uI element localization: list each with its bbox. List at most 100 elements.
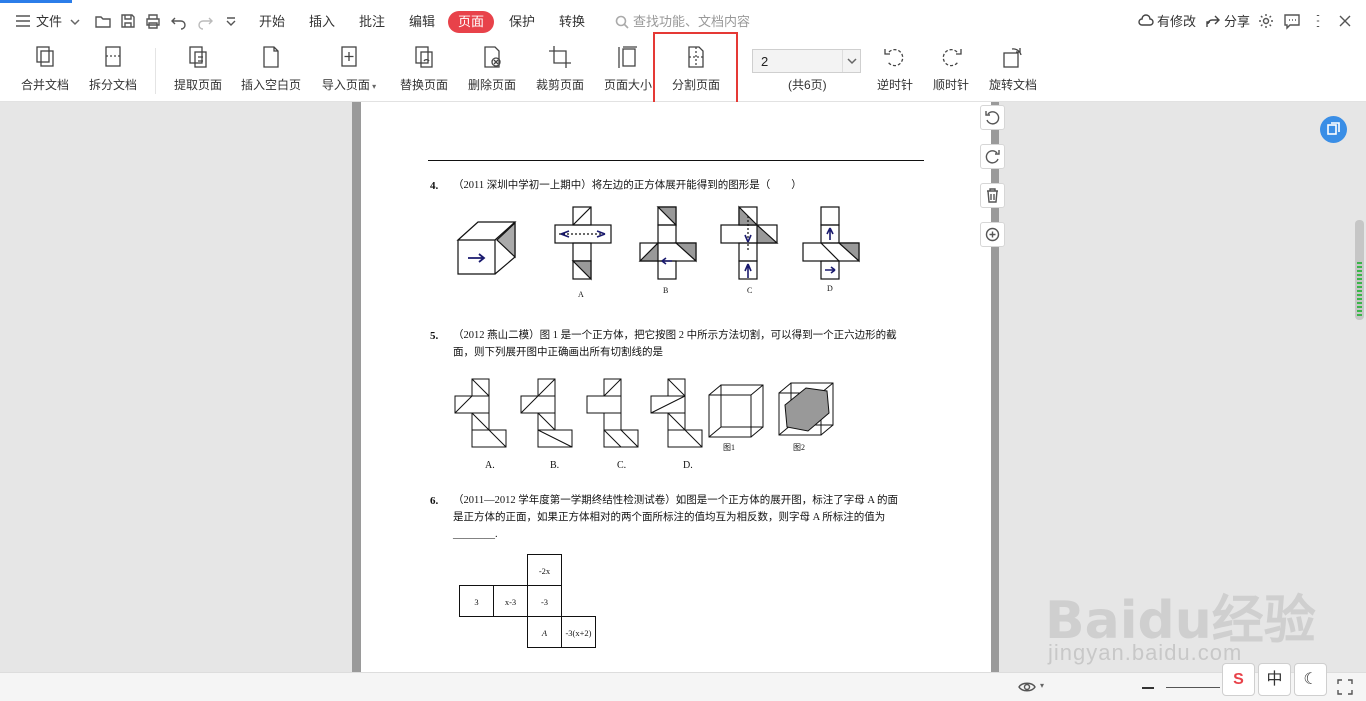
rotate-cw-button[interactable]: 顺时针 [924, 44, 978, 98]
open-folder-icon[interactable] [94, 12, 112, 30]
question-6-number: 6. [430, 495, 439, 507]
q5-option-b: B. [550, 460, 560, 471]
vertical-scrollbar[interactable] [1353, 102, 1366, 672]
q4-option-b: B [663, 286, 669, 295]
rotate-right-tool[interactable] [980, 144, 1005, 169]
net-cell: -3(x+2) [561, 616, 596, 648]
zoom-slider[interactable] [1166, 687, 1220, 688]
modified-status[interactable]: 有修改 [1138, 12, 1196, 32]
import-page-icon [336, 44, 362, 70]
share-icon [1206, 15, 1220, 27]
baidu-watermark-url: jingyan.baidu.com [1048, 640, 1243, 665]
header-rule [428, 160, 924, 161]
page-number-value: 2 [761, 54, 769, 69]
ime-chinese-button[interactable]: 中 [1258, 663, 1291, 696]
rotate-ccw-button[interactable]: 逆时针 [868, 44, 922, 98]
ime-logo-button[interactable]: S [1222, 663, 1255, 696]
chevron-down-icon[interactable]: ▾ [1040, 681, 1044, 690]
rotate-doc-button[interactable]: 旋转文档 [986, 44, 1040, 98]
search-box[interactable]: 查找功能、文档内容 [615, 11, 815, 33]
insert-blank-page-button[interactable]: 插入空白页 [238, 44, 304, 98]
rotate-ccw-label: 逆时针 [876, 78, 913, 92]
rotate-doc-label: 旋转文档 [988, 78, 1037, 92]
question-6-line3: ________. [453, 529, 498, 540]
merge-doc-button[interactable]: 合并文档 [18, 44, 72, 98]
chevron-down-icon[interactable] [842, 50, 860, 72]
split-doc-button[interactable]: 拆分文档 [86, 44, 140, 98]
net-cell: 3 [459, 585, 494, 617]
merge-doc-icon [32, 44, 58, 70]
crop-page-label: 裁剪页面 [535, 78, 584, 92]
insert-blank-page-icon [258, 44, 284, 70]
print-icon[interactable] [144, 12, 162, 30]
q5-option-c: C. [617, 460, 627, 471]
q4-option-d: D [827, 284, 833, 293]
rotate-left-tool[interactable] [980, 105, 1005, 130]
extract-page-label: 提取页面 [173, 78, 222, 92]
share-button[interactable]: 分享 [1205, 12, 1250, 32]
page-size-icon [615, 44, 641, 70]
split-doc-label: 拆分文档 [88, 78, 137, 92]
scrollbar-grip [1357, 262, 1362, 317]
fullscreen-icon[interactable] [1336, 678, 1354, 699]
tab-comment[interactable]: 批注 [357, 11, 387, 33]
rotate-ccw-icon [985, 111, 1000, 125]
q5-option-a: A. [485, 460, 495, 471]
extract-page-icon [185, 44, 211, 70]
zoom-out-icon[interactable] [1142, 687, 1154, 689]
cloud-icon [1138, 14, 1154, 26]
delete-page-icon [479, 44, 505, 70]
extract-page-button[interactable]: 提取页面 [171, 44, 225, 98]
more-dropdown-icon[interactable] [222, 12, 240, 30]
file-menu[interactable]: 文件 [36, 12, 80, 32]
search-icon [615, 15, 629, 29]
settings-gear-icon[interactable] [1257, 12, 1275, 30]
page-size-button[interactable]: 页面大小 [601, 44, 655, 98]
delete-tool[interactable] [980, 183, 1005, 208]
page-number-select[interactable]: 2 [752, 49, 861, 73]
split-doc-icon [100, 44, 126, 70]
status-bar: ▾ [0, 672, 1366, 701]
modified-label: 有修改 [1157, 14, 1197, 29]
replace-page-button[interactable]: 替换页面 [397, 44, 451, 98]
tab-start[interactable]: 开始 [257, 11, 287, 33]
tab-edit[interactable]: 编辑 [407, 11, 437, 33]
question-5-line1: （2012 燕山二模）图 1 是一个正方体，把它按图 2 中所示方法切割，可以得… [453, 330, 897, 341]
eye-icon[interactable] [1018, 678, 1036, 699]
tab-page[interactable]: 页面 [448, 11, 495, 33]
tab-insert[interactable]: 插入 [307, 11, 337, 33]
undo-icon[interactable] [170, 12, 188, 30]
hamburger-icon[interactable] [14, 12, 32, 30]
insert-blank-page-label: 插入空白页 [240, 78, 301, 92]
close-icon[interactable] [1336, 12, 1354, 30]
q5-option-d: D. [683, 460, 693, 471]
question-6-line1: （2011—2012 学年度第一学期终结性检测试卷）如图是一个正方体的展开图，标… [453, 495, 898, 506]
redo-icon[interactable] [196, 12, 214, 30]
chevron-down-icon [70, 19, 80, 26]
question-4-figure [456, 205, 860, 281]
more-vertical-icon[interactable] [1309, 12, 1327, 30]
floating-assistant-button[interactable] [1320, 116, 1347, 143]
crop-page-icon [547, 44, 573, 70]
question-4-text: （2011 深圳中学初一上期中）将左边的正方体展开能得到的图形是（ ） [453, 180, 802, 191]
tab-protect[interactable]: 保护 [507, 11, 537, 33]
plus-circle-icon [985, 227, 1000, 242]
import-page-label: 导入页面 ▾ [321, 78, 377, 92]
delete-page-button[interactable]: 删除页面 [465, 44, 519, 98]
crop-page-button[interactable]: 裁剪页面 [533, 44, 587, 98]
rotate-cw-icon [985, 150, 1000, 164]
page-list-icon [1327, 122, 1340, 135]
delete-page-label: 删除页面 [467, 78, 516, 92]
merge-doc-label: 合并文档 [20, 78, 69, 92]
save-icon[interactable] [119, 12, 137, 30]
import-page-button[interactable]: 导入页面 ▾ [318, 44, 380, 98]
trash-icon [987, 188, 998, 203]
feedback-icon[interactable] [1283, 12, 1301, 30]
rotate-ccw-icon [882, 44, 908, 70]
tab-convert[interactable]: 转换 [557, 11, 587, 33]
net-cell: A [527, 616, 562, 648]
insert-tool[interactable] [980, 222, 1005, 247]
q5-fig1-label: 图1 [723, 443, 735, 452]
ime-night-mode-button[interactable]: ☾ [1294, 663, 1327, 696]
rotate-doc-icon [1000, 44, 1026, 70]
